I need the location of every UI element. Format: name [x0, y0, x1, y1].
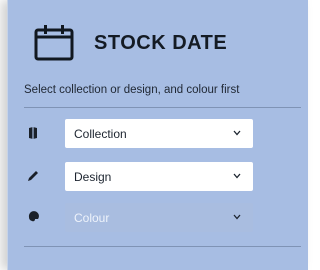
page-title: STOCK DATE: [94, 31, 228, 54]
colour-select-value: Colour: [74, 210, 110, 225]
stock-date-panel: STOCK DATE Select collection or design, …: [7, 0, 308, 270]
panel-header: STOCK DATE: [34, 23, 227, 63]
chevron-down-icon: [233, 214, 241, 220]
colour-select[interactable]: Colour: [65, 203, 253, 232]
design-select-value: Design: [74, 169, 112, 184]
paint-drop-icon: [28, 211, 39, 222]
collection-select-value: Collection: [74, 126, 127, 141]
chevron-down-icon: [233, 173, 241, 179]
calendar-icon: [34, 25, 74, 61]
design-row: Design: [8, 162, 308, 191]
collection-row: Collection: [8, 119, 308, 148]
collection-select[interactable]: Collection: [65, 119, 253, 148]
design-select[interactable]: Design: [65, 162, 253, 191]
chevron-down-icon: [233, 130, 241, 136]
instructions-text: Select collection or design, and colour …: [24, 84, 240, 96]
divider-bottom: [24, 246, 301, 247]
divider-top: [24, 107, 301, 108]
pencil-icon: [28, 171, 38, 181]
book-icon: [29, 127, 37, 139]
colour-row: Colour: [8, 203, 308, 232]
